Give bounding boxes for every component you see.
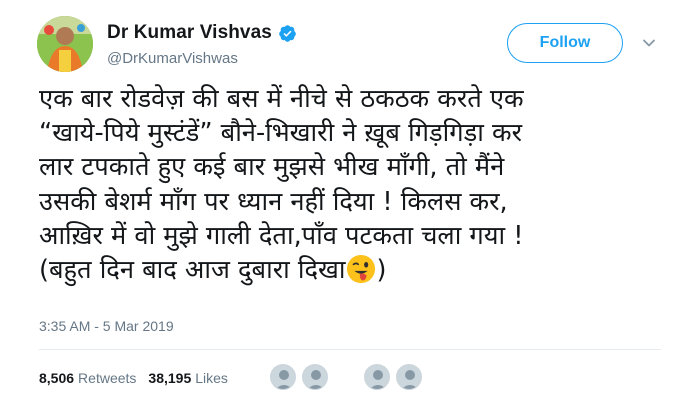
likes-stat[interactable]: 38,195 Likes (148, 370, 228, 386)
divider (39, 349, 661, 350)
liker-gap (334, 364, 364, 392)
name-row: Dr Kumar Vishvas (107, 22, 297, 44)
tweet-line-text: (बहुत दिन बाद आज दुबारा दिखा (39, 255, 346, 286)
tweet-line: लार टपकाते हुए कई बार मुझसे भीख माँगी, त… (39, 152, 505, 183)
liker-avatars (270, 364, 428, 392)
author-handle[interactable]: @DrKumarVishwas (107, 50, 297, 67)
likes-label: Likes (195, 370, 228, 386)
default-profile-icon (271, 365, 295, 389)
tweet-last-line: (बहुत दिन बाद आज दुबारा दिखा ) (39, 253, 679, 287)
tweet-closing-paren: ) (376, 255, 387, 286)
tweet-header: Dr Kumar Vishvas @DrKumarVishwas Follow (37, 14, 667, 74)
verified-badge-icon (279, 24, 296, 42)
retweets-label: Retweets (78, 370, 137, 386)
winking-face-with-tongue-emoji (347, 254, 376, 284)
default-profile-icon (365, 365, 389, 389)
retweets-stat[interactable]: 8,506 Retweets (39, 370, 136, 386)
tweet-line: “खाये-पिये मुस्टंडें” बौने-भिखारी ने ख़ू… (39, 118, 522, 149)
default-profile-icon (397, 365, 421, 389)
liker-avatar[interactable] (302, 364, 328, 390)
liker-avatar[interactable] (396, 364, 422, 390)
liker-avatar[interactable] (364, 364, 390, 390)
liker-avatar[interactable] (270, 364, 296, 390)
author-names: Dr Kumar Vishvas @DrKumarVishwas (107, 22, 297, 67)
avatar-image (37, 16, 93, 72)
tweet-line: उसकी बेशर्म माँग पर ध्यान नहीं दिया ! कि… (39, 186, 508, 217)
tweet-text: एक बार रोडवेज़ की बस में नीचे से ठकठक कर… (39, 82, 679, 287)
author-avatar[interactable] (37, 16, 93, 72)
chevron-down-icon[interactable] (642, 36, 656, 50)
tweet-stats: 8,506 Retweets 38,195 Likes (39, 367, 240, 389)
tweet-line: एक बार रोडवेज़ की बस में नीचे से ठकठक कर… (39, 84, 524, 114)
likes-count: 38,195 (148, 370, 192, 386)
tweet-line: आख़िर में वो मुझे गाली देता,पाँव पटकता च… (39, 220, 524, 251)
follow-button[interactable]: Follow (507, 23, 623, 63)
author-display-name[interactable]: Dr Kumar Vishvas (107, 22, 272, 44)
tweet-timestamp[interactable]: 3:35 AM - 5 Mar 2019 (39, 318, 174, 334)
retweets-count: 8,506 (39, 370, 75, 386)
default-profile-icon (303, 365, 327, 389)
